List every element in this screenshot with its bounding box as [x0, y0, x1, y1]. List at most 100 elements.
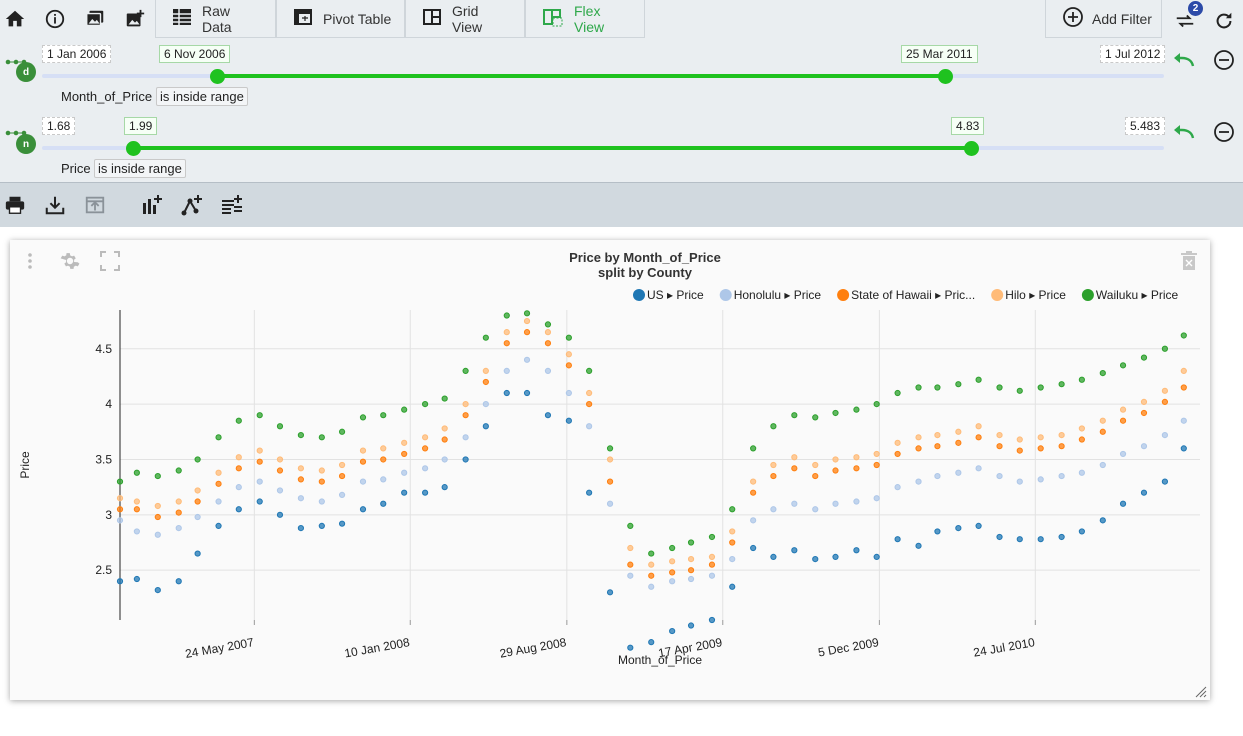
data-point[interactable]: [175, 509, 182, 516]
data-point[interactable]: [154, 531, 161, 538]
data-point[interactable]: [1119, 500, 1127, 507]
data-point[interactable]: [791, 412, 798, 419]
data-point[interactable]: [318, 522, 325, 529]
undo-icon[interactable]: [1169, 45, 1199, 75]
data-point[interactable]: [606, 500, 614, 507]
data-point[interactable]: [996, 432, 1003, 439]
date-range-low-handle[interactable]: [209, 69, 225, 84]
data-point[interactable]: [894, 484, 901, 491]
data-point[interactable]: [544, 340, 552, 347]
data-point[interactable]: [1180, 384, 1187, 391]
data-point[interactable]: [586, 423, 593, 430]
data-point[interactable]: [1016, 387, 1023, 394]
data-point[interactable]: [235, 465, 242, 472]
data-point[interactable]: [708, 533, 716, 541]
data-point[interactable]: [422, 489, 429, 496]
data-point[interactable]: [750, 478, 757, 485]
data-point[interactable]: [1016, 536, 1023, 543]
data-point[interactable]: [544, 321, 552, 328]
data-point[interactable]: [1180, 417, 1187, 424]
data-point[interactable]: [1099, 428, 1106, 435]
data-point[interactable]: [832, 456, 839, 463]
data-point[interactable]: [1161, 398, 1169, 405]
home-icon[interactable]: [0, 4, 30, 34]
data-point[interactable]: [770, 553, 777, 560]
data-point[interactable]: [975, 522, 982, 529]
data-point[interactable]: [873, 553, 880, 560]
price-range-low-handle[interactable]: [126, 141, 142, 156]
data-point[interactable]: [669, 578, 676, 585]
data-point[interactable]: [708, 553, 716, 560]
data-point[interactable]: [832, 500, 839, 507]
data-point[interactable]: [975, 434, 982, 441]
data-point[interactable]: [503, 340, 510, 347]
data-point[interactable]: [1119, 406, 1127, 413]
data-point[interactable]: [256, 498, 263, 505]
data-point[interactable]: [853, 454, 860, 461]
data-point[interactable]: [853, 465, 860, 472]
legend-label[interactable]: Hilo ▸ Price: [1005, 288, 1066, 302]
data-point[interactable]: [812, 461, 819, 469]
data-point[interactable]: [1119, 417, 1127, 424]
data-point[interactable]: [235, 417, 242, 424]
data-point[interactable]: [1099, 517, 1106, 524]
info-icon[interactable]: [40, 4, 70, 34]
data-point[interactable]: [133, 575, 140, 583]
data-point[interactable]: [975, 376, 982, 383]
remove-filter-icon[interactable]: [1209, 45, 1239, 75]
download-icon[interactable]: [43, 193, 67, 217]
data-point[interactable]: [873, 461, 880, 469]
data-point[interactable]: [1016, 478, 1023, 485]
data-point[interactable]: [565, 351, 572, 358]
chart-legend[interactable]: US ▸ Price Honolulu ▸ Price State of Hawai…: [633, 288, 1178, 302]
data-point[interactable]: [586, 489, 593, 496]
data-point[interactable]: [401, 469, 408, 476]
data-point[interactable]: [401, 450, 408, 458]
data-point[interactable]: [648, 561, 655, 568]
data-point[interactable]: [1058, 472, 1065, 480]
data-point[interactable]: [215, 498, 222, 505]
data-point[interactable]: [955, 525, 962, 532]
data-point[interactable]: [1099, 461, 1106, 469]
data-point[interactable]: [215, 469, 222, 476]
data-point[interactable]: [996, 443, 1003, 450]
data-point[interactable]: [1016, 447, 1023, 454]
data-point[interactable]: [380, 500, 387, 507]
data-point[interactable]: [955, 439, 962, 446]
data-point[interactable]: [318, 478, 325, 485]
data-point[interactable]: [770, 506, 777, 513]
data-point[interactable]: [482, 423, 489, 430]
data-point[interactable]: [606, 478, 614, 485]
data-point[interactable]: [915, 434, 922, 441]
data-point[interactable]: [1037, 476, 1044, 483]
print-icon[interactable]: [3, 193, 27, 217]
add-image-icon[interactable]: [120, 4, 150, 34]
add-filter-button[interactable]: Add Filter: [1045, 0, 1162, 38]
data-point[interactable]: [1016, 436, 1023, 443]
data-point[interactable]: [708, 572, 716, 579]
data-point[interactable]: [1161, 387, 1169, 394]
data-point[interactable]: [401, 489, 408, 496]
data-point[interactable]: [297, 495, 304, 502]
data-point[interactable]: [154, 587, 161, 594]
data-point[interactable]: [565, 389, 572, 397]
data-point[interactable]: [832, 409, 839, 417]
data-point[interactable]: [1180, 367, 1187, 374]
data-point[interactable]: [915, 478, 922, 485]
price-range-high-handle[interactable]: [964, 141, 980, 156]
data-point[interactable]: [812, 472, 819, 480]
data-point[interactable]: [565, 334, 572, 341]
data-point[interactable]: [729, 528, 736, 535]
data-point[interactable]: [1161, 432, 1169, 439]
data-point[interactable]: [1119, 450, 1127, 458]
data-point[interactable]: [955, 469, 962, 476]
data-point[interactable]: [955, 381, 962, 388]
data-point[interactable]: [235, 484, 242, 491]
data-point[interactable]: [915, 384, 922, 391]
data-point[interactable]: [934, 528, 941, 535]
data-point[interactable]: [154, 502, 161, 510]
data-point[interactable]: [318, 498, 325, 505]
data-point[interactable]: [116, 495, 124, 502]
data-point[interactable]: [1140, 489, 1148, 496]
data-point[interactable]: [175, 498, 182, 505]
